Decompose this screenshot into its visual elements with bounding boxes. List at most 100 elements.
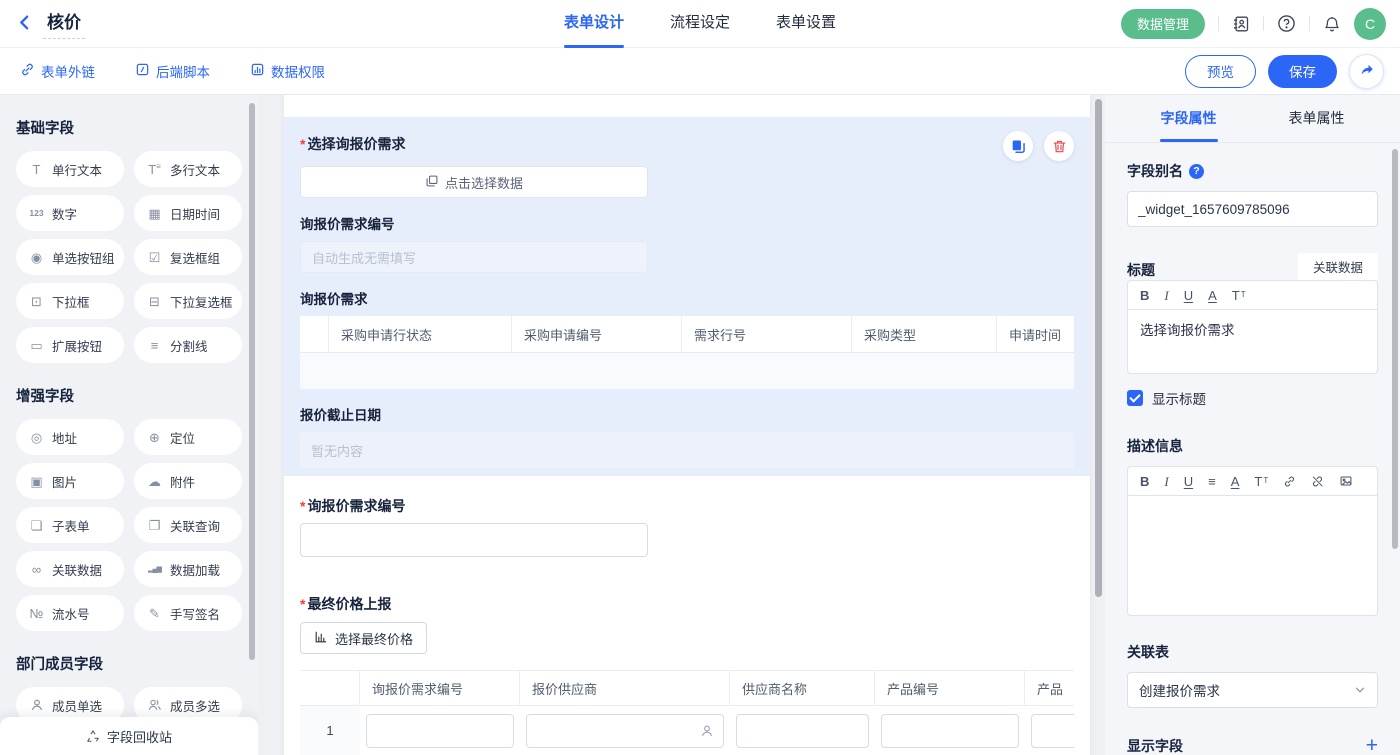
insert-link-icon[interactable]: [1283, 475, 1296, 488]
underline-icon[interactable]: U: [1184, 475, 1193, 488]
sidebar-item-checkbox-group[interactable]: ☑复选框组: [134, 239, 242, 275]
font-size-icon[interactable]: TT: [1232, 289, 1246, 302]
sidebar-item-extend-button[interactable]: ▭扩展按钮: [16, 327, 124, 363]
delete-widget-button[interactable]: [1044, 131, 1074, 161]
share-button[interactable]: [1349, 54, 1384, 89]
form-title[interactable]: 核价: [43, 8, 85, 39]
sidebar-item-label: 附件: [170, 472, 195, 491]
help-icon[interactable]: [1277, 14, 1296, 33]
subtable-input-cell: [1025, 714, 1074, 748]
topbar-tab[interactable]: 表单设计: [564, 0, 624, 48]
panel-scrollbar[interactable]: [1392, 149, 1398, 549]
bold-icon[interactable]: B: [1140, 475, 1149, 488]
subtable-column-header: 产品编号: [875, 671, 1025, 705]
sidebar-item-address[interactable]: ◎地址: [16, 419, 124, 455]
alias-help-icon[interactable]: ?: [1189, 164, 1204, 179]
table-column-header: 采购类型: [852, 316, 997, 352]
form-toolbar: 表单外链 后端脚本 数据权限 预览 保存: [0, 48, 1400, 95]
sidebar-item-single-line-text[interactable]: T单行文本: [16, 151, 124, 187]
sidebar-section-title: 基础字段: [16, 117, 242, 138]
remove-link-icon[interactable]: [1311, 475, 1324, 488]
data-manage-button[interactable]: 数据管理: [1121, 9, 1205, 39]
linked-data-button[interactable]: 关联数据: [1298, 253, 1378, 280]
subtable-row: 1: [300, 706, 1074, 755]
copy-icon: [1010, 138, 1026, 154]
sidebar-item-multi-line-text[interactable]: T≡多行文本: [134, 151, 242, 187]
preview-button[interactable]: 预览: [1185, 55, 1256, 88]
subform-icon: ❏: [28, 519, 45, 532]
subtable-column-header: 报价供应商: [520, 671, 730, 705]
table-header-row: 采购申请行状态采购申请编号需求行号采购类型申请时间: [300, 316, 1074, 353]
italic-icon[interactable]: I: [1164, 289, 1168, 302]
widget-serial-input[interactable]: 询报价需求编号: [284, 496, 1090, 557]
sidebar-item-number[interactable]: 123数字: [16, 195, 124, 231]
sidebar-item-serial-number[interactable]: №流水号: [16, 595, 124, 631]
table-column-header: 采购申请行状态: [329, 316, 512, 352]
toolbar-links: 表单外链 后端脚本 数据权限: [20, 61, 325, 81]
topbar-tab[interactable]: 流程设定: [670, 0, 730, 48]
topbar-tab[interactable]: 表单设置: [776, 0, 836, 48]
serial-placeholder: 自动生成无需填写: [312, 248, 416, 267]
font-color-icon[interactable]: A: [1231, 475, 1240, 488]
field-recycle-bin-button[interactable]: 字段回收站: [0, 717, 258, 755]
sidebar-item-divider[interactable]: ≡分割线: [134, 327, 242, 363]
description-editor-content[interactable]: [1127, 496, 1378, 616]
subtable-input[interactable]: [736, 714, 869, 748]
sidebar-item-image-field[interactable]: ▣图片: [16, 463, 124, 499]
font-size-icon[interactable]: TT: [1254, 475, 1268, 488]
notification-bell-icon[interactable]: [1323, 15, 1341, 33]
sidebar-item-link-query[interactable]: ❐关联查询: [134, 507, 242, 543]
sidebar-item-link-data[interactable]: ∞关联数据: [16, 551, 124, 587]
widget-final-price[interactable]: 最终价格上报 选择最终价格 询报价需求编号报价供应商供应商名称产品编号产品1: [284, 594, 1090, 755]
linked-table-select[interactable]: 创建报价需求: [1127, 672, 1378, 708]
alias-input[interactable]: [1127, 191, 1378, 227]
contact-book-icon[interactable]: [1232, 15, 1250, 33]
sidebar-item-subform[interactable]: ❏子表单: [16, 507, 124, 543]
description-editor: B I U ≡ A TT: [1127, 466, 1378, 616]
sidebar-item-attachment[interactable]: ☁附件: [134, 463, 242, 499]
subtable-input[interactable]: [881, 714, 1019, 748]
sidebar-item-dropdown[interactable]: ⊡下拉框: [16, 283, 124, 319]
copy-widget-button[interactable]: [1003, 131, 1033, 161]
insert-image-icon[interactable]: [1339, 474, 1353, 488]
widget-linked-data-selected[interactable]: 选择询报价需求 点击选择数据 询报价需求编号 自动生成无需填写: [284, 117, 1090, 476]
canvas-scrollbar[interactable]: [1095, 99, 1102, 597]
select-data-button[interactable]: 点击选择数据: [300, 166, 648, 198]
subtable-input[interactable]: [526, 714, 724, 748]
image-field-icon: ▣: [28, 475, 45, 488]
subtable-input[interactable]: [366, 714, 514, 748]
sidebar-item-data-load[interactable]: ▂▄▆数据加载: [134, 551, 242, 587]
link-data-icon: ∞: [28, 563, 45, 576]
save-button[interactable]: 保存: [1268, 55, 1337, 88]
sidebar-scrollbar[interactable]: [249, 103, 255, 660]
table-column-header: 申请时间: [997, 316, 1074, 352]
title-editor-content[interactable]: 选择询报价需求: [1127, 310, 1378, 374]
select-final-price-button[interactable]: 选择最终价格: [300, 622, 427, 654]
bold-icon[interactable]: B: [1140, 289, 1149, 302]
show-title-checkbox[interactable]: [1127, 390, 1143, 406]
font-color-icon[interactable]: A: [1208, 289, 1217, 302]
select-data-label: 点击选择数据: [445, 173, 523, 192]
serial-input[interactable]: [300, 523, 648, 557]
sidebar-item-datetime[interactable]: ▦日期时间: [134, 195, 242, 231]
title-editor: B I U A TT 选择询报价需求: [1127, 280, 1378, 374]
sidebar-item-signature[interactable]: ✎手写签名: [134, 595, 242, 631]
underline-icon[interactable]: U: [1184, 289, 1193, 302]
panel-tab[interactable]: 表单属性: [1289, 95, 1345, 142]
sidebar-item-radio-group[interactable]: ◉单选按钮组: [16, 239, 124, 275]
toolbar-link[interactable]: 表单外链: [20, 61, 95, 81]
user-avatar[interactable]: C: [1354, 8, 1386, 40]
panel-tab[interactable]: 字段属性: [1161, 95, 1217, 142]
sidebar-item-locate[interactable]: ⊕定位: [134, 419, 242, 455]
toolbar-link[interactable]: 后端脚本: [135, 61, 210, 81]
italic-icon[interactable]: I: [1164, 475, 1168, 488]
add-display-field-button[interactable]: +: [1366, 735, 1378, 755]
subtable-column-header: 询报价需求编号: [360, 671, 520, 705]
back-button[interactable]: [16, 14, 33, 34]
subtable-column-header: 供应商名称: [730, 671, 875, 705]
toolbar-link[interactable]: 数据权限: [250, 61, 325, 81]
subtable-input[interactable]: [1031, 714, 1074, 748]
description-label: 描述信息: [1127, 436, 1378, 456]
align-icon[interactable]: ≡: [1208, 475, 1216, 488]
sidebar-item-multi-dropdown[interactable]: ⊟下拉复选框: [134, 283, 242, 319]
